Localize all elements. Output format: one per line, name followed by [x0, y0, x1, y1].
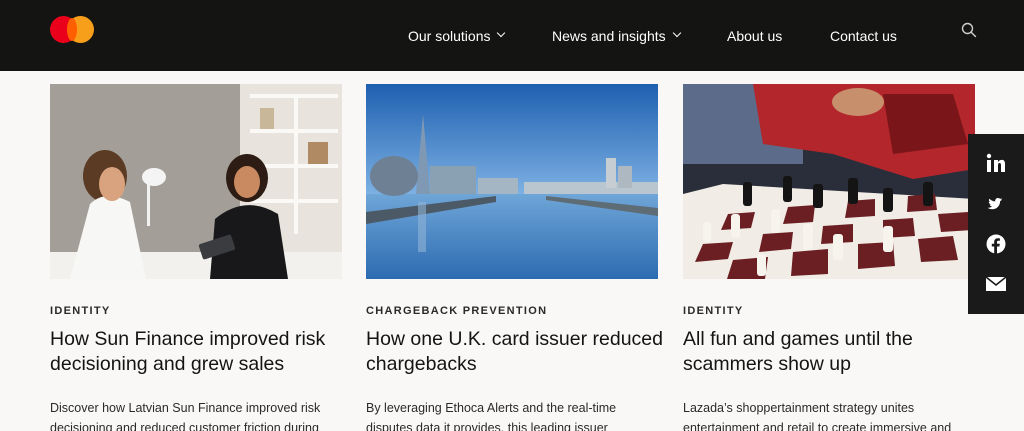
nav-news-and-insights[interactable]: News and insights	[552, 0, 681, 71]
article-title[interactable]: All fun and games until the scammers sho…	[683, 327, 983, 377]
email-icon[interactable]	[984, 272, 1008, 296]
social-share-bar	[968, 134, 1024, 314]
article-category: IDENTITY	[683, 305, 744, 317]
article-title[interactable]: How one U.K. card issuer reduced chargeb…	[366, 327, 666, 377]
article-category: CHARGEBACK PREVENTION	[366, 305, 548, 317]
search-icon[interactable]	[961, 22, 977, 38]
mastercard-logo[interactable]	[50, 16, 94, 43]
linkedin-icon[interactable]	[984, 151, 1008, 175]
nav-about-us-label: About us	[727, 27, 783, 44]
nav-about-us[interactable]: About us	[727, 0, 782, 71]
article-card[interactable]: IDENTITY How Sun Finance improved risk d…	[50, 84, 342, 431]
chevron-down-icon	[672, 28, 681, 38]
article-category: IDENTITY	[50, 305, 111, 317]
chevron-down-icon	[497, 28, 506, 38]
nav-news-and-insights-label: News and insights	[552, 27, 666, 44]
facebook-icon[interactable]	[984, 232, 1008, 256]
article-description: Lazada’s shoppertainment strategy unites…	[683, 401, 952, 431]
nav-our-solutions[interactable]: Our solutions	[408, 0, 506, 71]
article-card[interactable]: IDENTITY All fun and games until the sca…	[683, 84, 975, 431]
logo-overlap	[67, 18, 77, 41]
article-card[interactable]: CHARGEBACK PREVENTION How one U.K. card …	[366, 84, 663, 431]
article-description: By leveraging Ethoca Alerts and the real…	[366, 401, 617, 431]
nav-contact-us-label: Contact us	[830, 27, 897, 44]
nav-our-solutions-label: Our solutions	[408, 27, 491, 44]
article-image-office-meeting[interactable]	[50, 84, 342, 279]
site-header: Our solutions News and insights About us…	[0, 0, 1024, 71]
article-title[interactable]: How Sun Finance improved risk decisionin…	[50, 327, 350, 377]
article-image-chess-game[interactable]	[683, 84, 975, 279]
nav-contact-us[interactable]: Contact us	[830, 0, 897, 71]
twitter-icon[interactable]	[984, 192, 1008, 216]
article-description: Discover how Latvian Sun Finance improve…	[50, 401, 321, 431]
article-image-london-skyline[interactable]	[366, 84, 658, 279]
